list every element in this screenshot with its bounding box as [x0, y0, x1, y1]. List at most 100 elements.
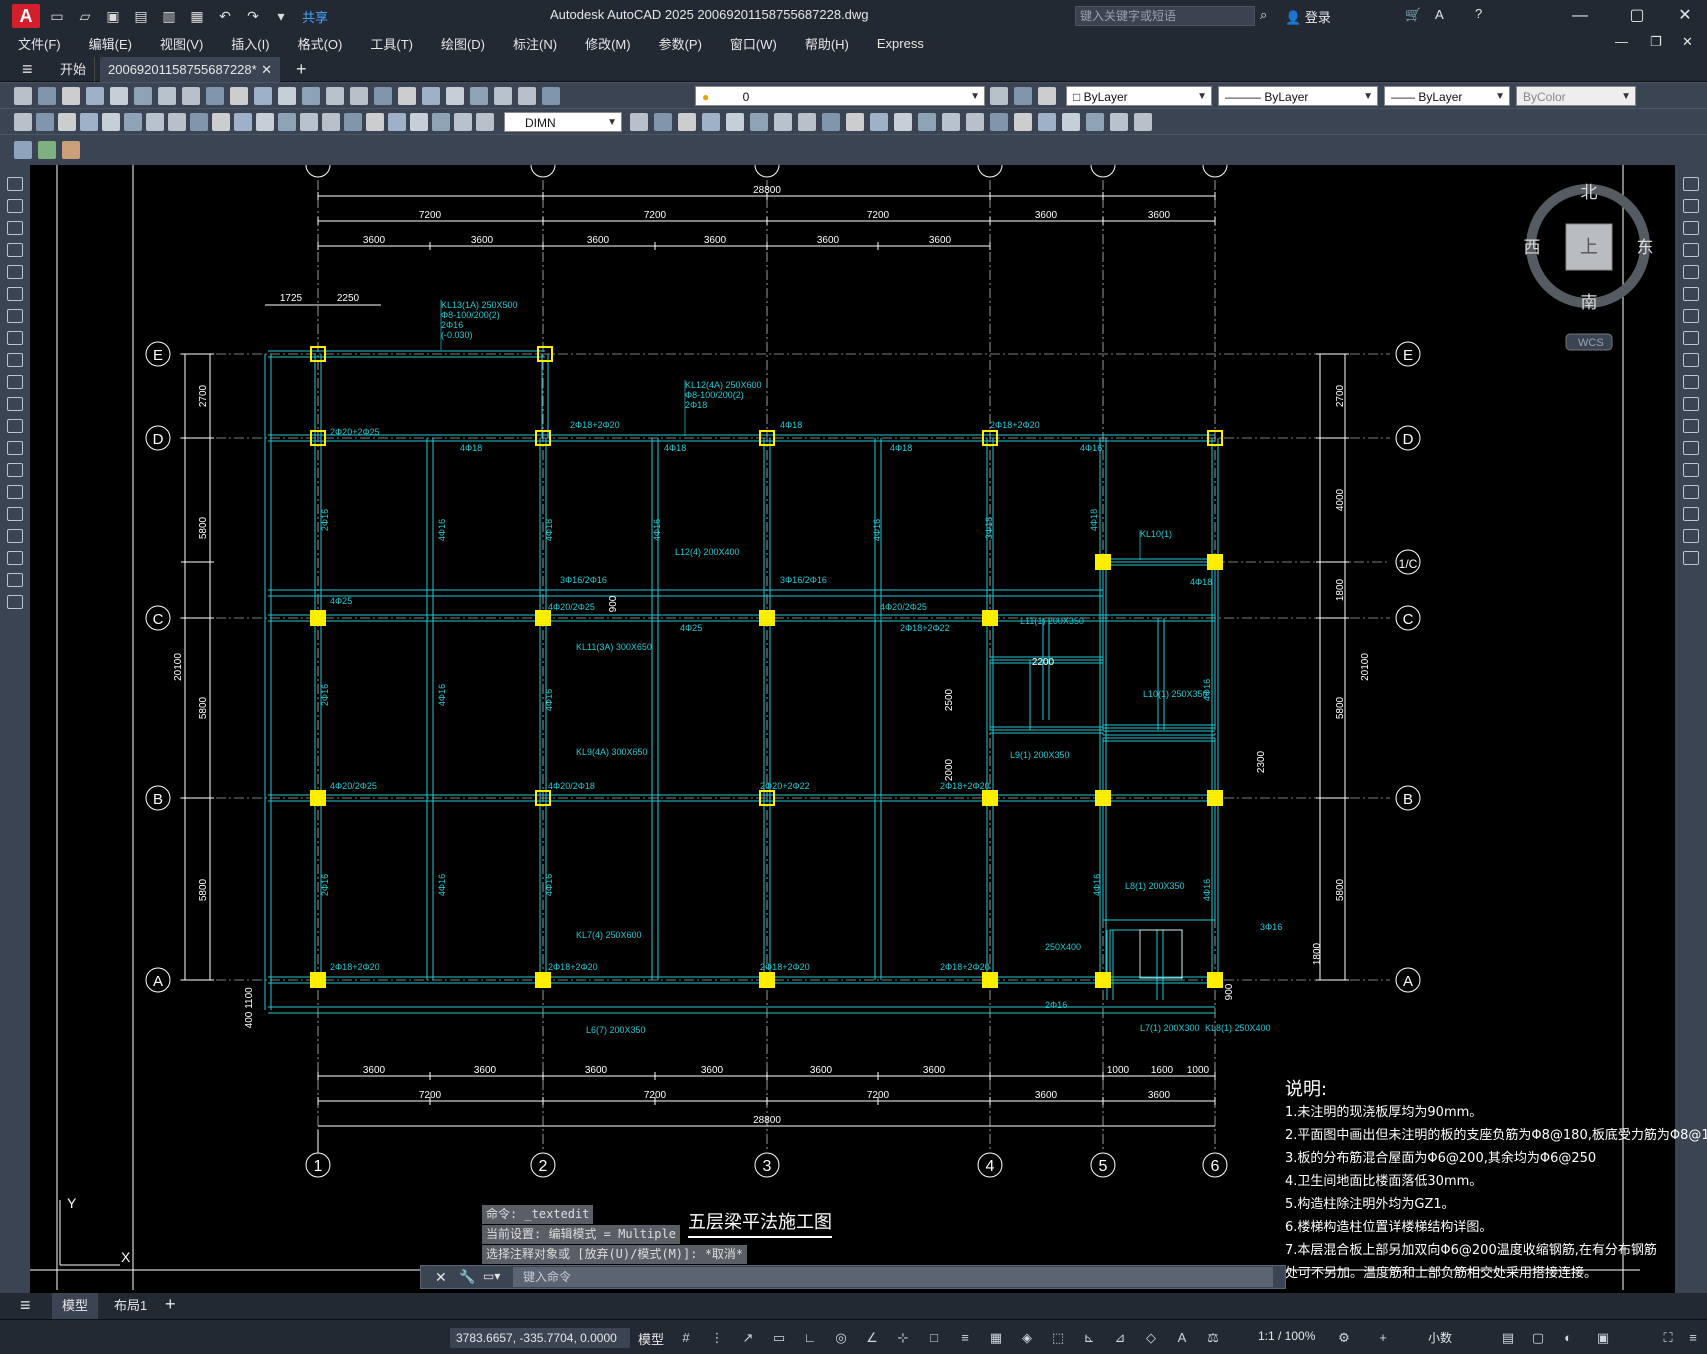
- compass-west[interactable]: 西: [1524, 238, 1541, 257]
- inspect-icon[interactable]: [322, 113, 340, 131]
- diameter-icon[interactable]: [146, 113, 164, 131]
- stretch-icon[interactable]: [1683, 353, 1699, 367]
- menu-insert[interactable]: 插入(I): [213, 34, 269, 53]
- paste-icon[interactable]: [206, 87, 224, 105]
- mirror-icon[interactable]: [678, 113, 696, 131]
- pan-icon[interactable]: [302, 87, 320, 105]
- gradient-icon[interactable]: [7, 507, 23, 521]
- doc-restore-button[interactable]: ❐: [1650, 34, 1662, 50]
- preview-icon[interactable]: [110, 87, 128, 105]
- line-icon[interactable]: [7, 177, 23, 191]
- qleader-icon[interactable]: [256, 113, 274, 131]
- compass-south[interactable]: 南: [1581, 293, 1598, 312]
- extend-icon[interactable]: [1683, 397, 1699, 411]
- fillet-icon[interactable]: [966, 113, 984, 131]
- array-icon[interactable]: [726, 113, 744, 131]
- search-icon[interactable]: ⌕: [1260, 7, 1267, 23]
- tab-layout1[interactable]: 布局1: [108, 1293, 153, 1319]
- plot-icon[interactable]: ▦: [186, 5, 208, 27]
- erase-icon[interactable]: [630, 113, 648, 131]
- revcloud-icon[interactable]: [7, 331, 23, 345]
- blend-icon[interactable]: [1683, 529, 1699, 543]
- autocad-logo-icon[interactable]: A: [12, 4, 40, 28]
- move-icon[interactable]: [750, 113, 768, 131]
- scale-icon[interactable]: [1683, 331, 1699, 345]
- gizmo-icon[interactable]: ◇: [1143, 1330, 1159, 1346]
- polar-icon[interactable]: ◎: [833, 1330, 849, 1346]
- match-properties-icon[interactable]: [38, 141, 56, 159]
- command-input[interactable]: 键入命令: [513, 1267, 1273, 1287]
- trim-icon[interactable]: [846, 113, 864, 131]
- plotstyle-dropdown[interactable]: ByColor ▼: [1516, 86, 1636, 106]
- hatch-icon[interactable]: [7, 485, 23, 499]
- 3d-osnap-icon[interactable]: ⬚: [1050, 1330, 1066, 1346]
- publish-icon[interactable]: ▥: [158, 5, 180, 27]
- dynamic-ucs-icon[interactable]: ⊾: [1081, 1330, 1097, 1346]
- grid-icon[interactable]: #: [678, 1330, 694, 1346]
- doc-close-button[interactable]: ✕: [1682, 34, 1693, 50]
- trim-icon[interactable]: [1683, 375, 1699, 389]
- isodraft-icon[interactable]: ∠: [864, 1330, 880, 1346]
- markup-icon[interactable]: [494, 87, 512, 105]
- new-tab-icon[interactable]: +: [288, 57, 315, 82]
- cut-icon[interactable]: [158, 87, 176, 105]
- quick-properties-icon[interactable]: ▤: [1500, 1330, 1516, 1346]
- dimstyle-icon[interactable]: [388, 113, 406, 131]
- autoscale-icon[interactable]: ⚖: [1205, 1330, 1221, 1346]
- explode-icon[interactable]: [1683, 551, 1699, 565]
- xref-icon[interactable]: [1110, 113, 1128, 131]
- quick-dim-icon[interactable]: [190, 113, 208, 131]
- menu-parametric[interactable]: 参数(P): [641, 34, 702, 53]
- join-icon[interactable]: [918, 113, 936, 131]
- open-icon[interactable]: [38, 87, 56, 105]
- close-tab-icon[interactable]: ✕: [261, 57, 272, 82]
- layer-match-icon[interactable]: [1014, 87, 1032, 105]
- menu-express[interactable]: Express: [859, 36, 924, 51]
- help-icon[interactable]: [542, 87, 560, 105]
- menu-file[interactable]: 文件(F): [0, 34, 61, 53]
- copy-icon[interactable]: [1683, 199, 1699, 213]
- isolate-objects-icon[interactable]: ◐: [1560, 1330, 1576, 1346]
- lock-ui-icon[interactable]: ▢: [1530, 1330, 1546, 1346]
- jogged-icon[interactable]: [124, 113, 142, 131]
- tool-palette-icon[interactable]: [446, 87, 464, 105]
- menu-view[interactable]: 视图(V): [142, 34, 203, 53]
- linetype-dropdown[interactable]: ——— ByLayer ▼: [1218, 86, 1378, 106]
- save-icon[interactable]: [62, 87, 80, 105]
- calculator-icon[interactable]: [518, 87, 536, 105]
- scale-icon[interactable]: [798, 113, 816, 131]
- ortho-icon[interactable]: ∟: [802, 1330, 818, 1346]
- offset-icon[interactable]: [702, 113, 720, 131]
- explode-icon[interactable]: [990, 113, 1008, 131]
- annotation-scale[interactable]: 1:1 / 100%: [1258, 1329, 1315, 1343]
- customize-statusbar-icon[interactable]: ≡: [1685, 1330, 1701, 1346]
- tab-model[interactable]: 模型: [52, 1293, 99, 1319]
- insert-block-icon[interactable]: [7, 419, 23, 433]
- block-icon[interactable]: [1062, 113, 1080, 131]
- ellipse-icon[interactable]: [7, 375, 23, 389]
- zoom-realtime-icon[interactable]: [326, 87, 344, 105]
- insert-icon[interactable]: [1086, 113, 1104, 131]
- arc-length-icon[interactable]: [58, 113, 76, 131]
- tab-start[interactable]: 开始: [52, 57, 96, 82]
- compass-east[interactable]: 东: [1637, 238, 1654, 257]
- erase-icon[interactable]: [1134, 113, 1152, 131]
- hardware-accel-icon[interactable]: ▣: [1595, 1330, 1611, 1346]
- viewcube[interactable]: 上 北 南 东 西 WCS: [1500, 180, 1670, 360]
- menu-edit[interactable]: 编辑(E): [71, 34, 132, 53]
- maximize-button[interactable]: ▢: [1617, 4, 1657, 28]
- aligned-dim-icon[interactable]: [36, 113, 54, 131]
- region-icon[interactable]: [7, 529, 23, 543]
- erase-icon[interactable]: [1683, 177, 1699, 191]
- arc-length-icon[interactable]: [454, 113, 472, 131]
- sheet-set-icon[interactable]: [470, 87, 488, 105]
- help-icon[interactable]: ?: [1475, 6, 1482, 21]
- move-icon[interactable]: [1683, 287, 1699, 301]
- tab-active-drawing[interactable]: 20069201158755687228* ✕: [100, 57, 280, 82]
- array-icon[interactable]: [1683, 265, 1699, 279]
- rotate-icon[interactable]: [774, 113, 792, 131]
- layer-states-icon[interactable]: [1038, 87, 1056, 105]
- ordinate-icon[interactable]: [80, 113, 98, 131]
- print-icon[interactable]: [86, 87, 104, 105]
- linear-dim-icon[interactable]: [410, 113, 428, 131]
